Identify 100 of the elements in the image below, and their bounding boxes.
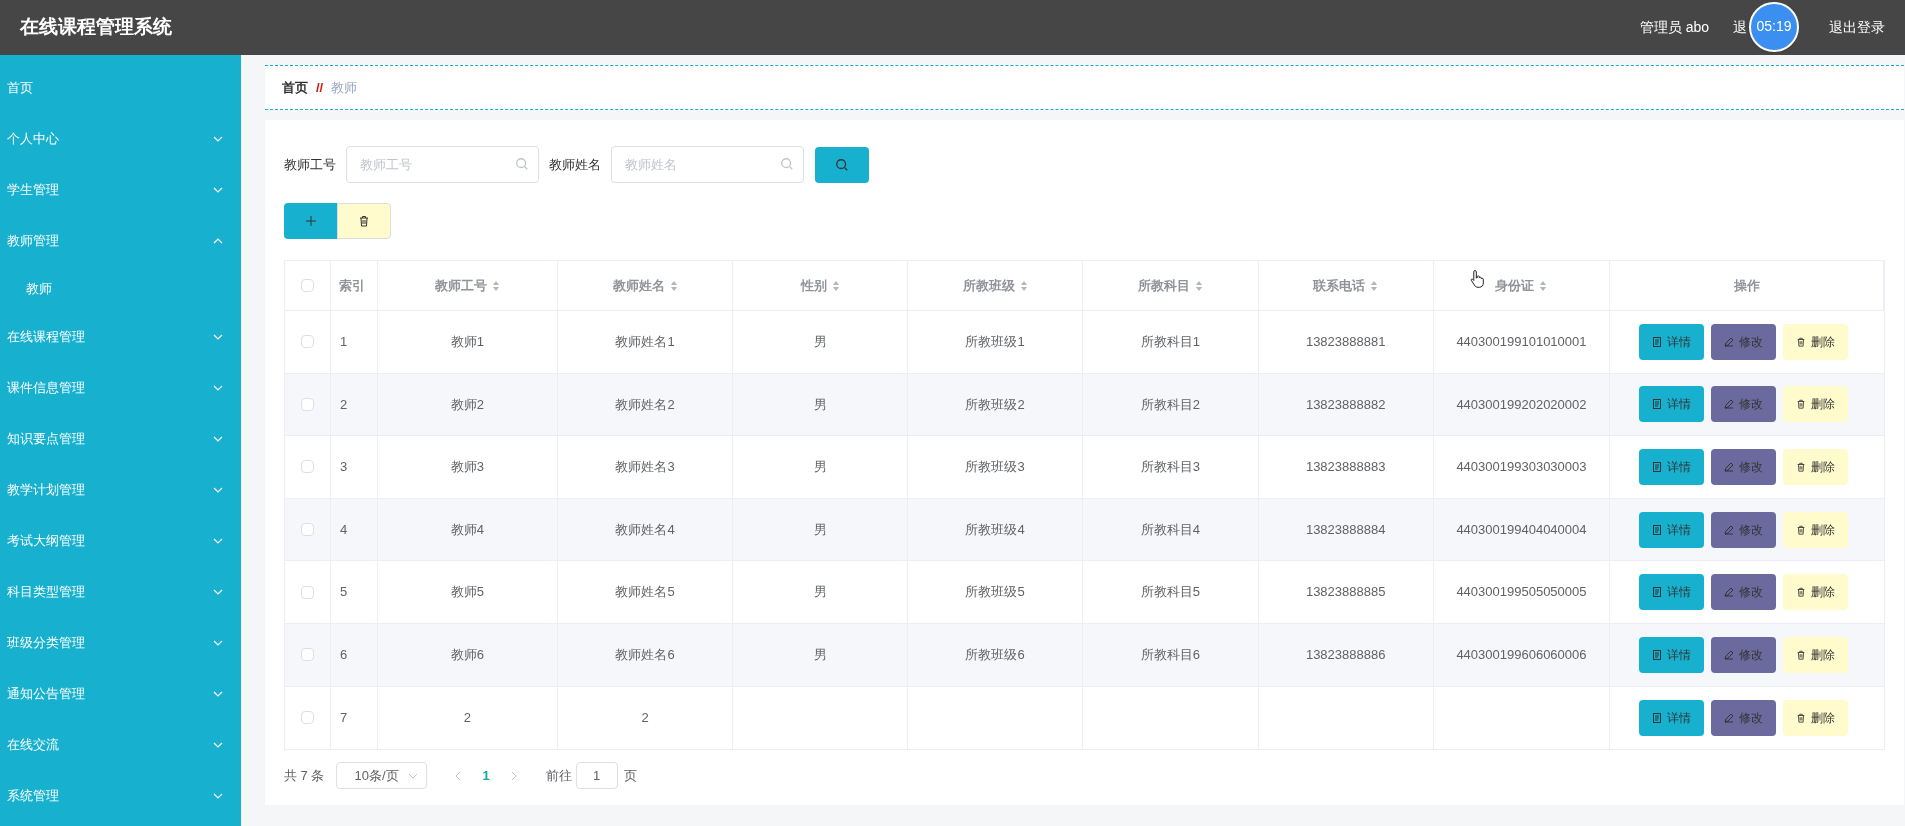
- edit-button[interactable]: 修改: [1711, 574, 1777, 611]
- sidebar-item[interactable]: 考试大纲管理: [7, 530, 85, 551]
- sort-icon[interactable]: [1370, 280, 1379, 291]
- edit-button[interactable]: 修改: [1711, 636, 1777, 673]
- column-header: 索引: [338, 276, 365, 295]
- delete-button[interactable]: 删除: [1783, 636, 1849, 673]
- edit-button[interactable]: 修改: [1711, 386, 1777, 423]
- delete-button[interactable]: 删除: [1783, 386, 1849, 423]
- page-input[interactable]: 1: [575, 762, 618, 790]
- table-cell-text: 所教班级4: [965, 520, 1025, 539]
- sidebar-item[interactable]: 在线课程管理: [7, 326, 85, 347]
- column-header[interactable]: 联系电话: [1313, 275, 1366, 296]
- table-cell-text: 教师4: [450, 520, 484, 539]
- pencil-icon: [1724, 399, 1735, 410]
- pencil-icon: [1724, 712, 1735, 723]
- total-count: 共 7 条: [284, 766, 325, 785]
- table-cell-text: 教师姓名3: [615, 458, 675, 477]
- table-cell-text: 男: [813, 458, 827, 477]
- detail-button[interactable]: 详情: [1639, 574, 1705, 611]
- detail-button[interactable]: 详情: [1639, 449, 1705, 485]
- next-page-icon[interactable]: [509, 770, 518, 781]
- sort-icon[interactable]: [669, 280, 678, 291]
- field-label: 教师姓名: [549, 155, 601, 174]
- user-label: 管理员 abo: [1639, 18, 1709, 37]
- detail-button[interactable]: 详情: [1639, 323, 1705, 360]
- delete-button[interactable]: 删除: [1783, 449, 1849, 485]
- table-cell-text: 所教科目2: [1140, 395, 1200, 414]
- column-header[interactable]: 所教班级: [962, 275, 1015, 296]
- app-title: 在线课程管理系统: [20, 15, 172, 40]
- sidebar-item[interactable]: 通知公告管理: [7, 683, 85, 704]
- column-header[interactable]: 教师工号: [434, 275, 487, 296]
- sidebar-subitem[interactable]: 教师: [26, 278, 52, 299]
- header-link[interactable]: 退: [1733, 17, 1747, 38]
- row-checkbox[interactable]: [300, 523, 314, 537]
- search-button[interactable]: [815, 146, 869, 183]
- sort-icon[interactable]: [1539, 280, 1548, 291]
- document-icon: [1652, 336, 1663, 347]
- sort-icon[interactable]: [1019, 280, 1028, 291]
- sort-icon[interactable]: [1194, 280, 1203, 291]
- sort-icon[interactable]: [831, 280, 840, 291]
- sidebar-item[interactable]: 首页: [7, 77, 33, 98]
- sort-icon[interactable]: [491, 280, 500, 291]
- sidebar-item[interactable]: 知识要点管理: [7, 428, 85, 449]
- sidebar-item[interactable]: 学生管理: [7, 179, 59, 200]
- table-cell-text: 教师姓名2: [615, 395, 675, 414]
- delete-button[interactable]: 删除: [1783, 511, 1849, 548]
- column-header[interactable]: 性别: [800, 275, 827, 296]
- goto-label: 前往: [545, 766, 572, 785]
- row-checkbox[interactable]: [300, 397, 314, 411]
- search-field[interactable]: 教师姓名: [611, 146, 804, 183]
- column-header[interactable]: 教师姓名: [612, 275, 665, 296]
- sidebar-item[interactable]: 科目类型管理: [7, 581, 85, 602]
- row-checkbox[interactable]: [300, 585, 314, 599]
- timer-badge: 05:19: [1749, 1, 1799, 52]
- delete-button[interactable]: [337, 203, 391, 239]
- delete-button[interactable]: 删除: [1783, 574, 1849, 611]
- breadcrumb-current: 教师: [331, 78, 358, 97]
- table-cell-text: 所教班级2: [965, 395, 1025, 414]
- row-checkbox[interactable]: [300, 335, 314, 349]
- sidebar-item[interactable]: 课件信息管理: [7, 377, 85, 398]
- row-checkbox[interactable]: [300, 648, 314, 662]
- breadcrumb-link[interactable]: 首页: [282, 77, 308, 98]
- page-number[interactable]: 1: [482, 765, 490, 786]
- table-cell-text: 男: [813, 395, 827, 414]
- edit-button[interactable]: 修改: [1711, 323, 1777, 360]
- sidebar-item[interactable]: 系统管理: [7, 785, 59, 806]
- field-label: 教师工号: [284, 155, 336, 174]
- edit-button[interactable]: 修改: [1711, 699, 1777, 736]
- table-cell-text: 教师3: [450, 458, 484, 477]
- detail-button[interactable]: 详情: [1639, 636, 1705, 673]
- page-size-select[interactable]: 10条/页: [336, 762, 428, 790]
- row-checkbox[interactable]: [300, 460, 314, 474]
- document-icon: [1652, 524, 1663, 535]
- column-header[interactable]: 所教科目: [1137, 275, 1190, 296]
- table-cell-text: 13823888886: [1305, 646, 1386, 664]
- edit-button[interactable]: 修改: [1711, 511, 1777, 548]
- search-field[interactable]: 教师工号: [346, 146, 539, 183]
- delete-button[interactable]: 删除: [1783, 699, 1849, 736]
- hand-cursor-icon: [1469, 269, 1486, 289]
- table-cell-text: 2: [339, 395, 348, 414]
- column-header[interactable]: 身份证: [1495, 275, 1535, 296]
- sidebar-item[interactable]: 教学计划管理: [7, 479, 85, 500]
- breadcrumb-separator: //: [316, 78, 324, 97]
- edit-button[interactable]: 修改: [1711, 449, 1777, 485]
- delete-button[interactable]: 删除: [1783, 323, 1849, 360]
- table-cell-text: 1: [339, 333, 348, 352]
- logout-link[interactable]: 退出登录: [1829, 17, 1885, 38]
- sidebar-item[interactable]: 个人中心: [7, 128, 59, 149]
- select-all-checkbox[interactable]: [300, 279, 314, 292]
- prev-page-icon[interactable]: [454, 770, 463, 781]
- sidebar-item[interactable]: 班级分类管理: [7, 632, 85, 653]
- table-cell-text: 所教科目5: [1140, 583, 1200, 602]
- table-cell-text: 440300199303030003: [1456, 458, 1587, 477]
- detail-button[interactable]: 详情: [1639, 386, 1705, 423]
- table-cell-text: 所教科目3: [1140, 458, 1200, 477]
- row-checkbox[interactable]: [300, 711, 314, 725]
- sidebar-item[interactable]: 在线交流: [7, 734, 59, 755]
- detail-button[interactable]: 详情: [1639, 699, 1705, 736]
- detail-button[interactable]: 详情: [1639, 511, 1705, 548]
- sidebar-item[interactable]: 教师管理: [7, 230, 59, 251]
